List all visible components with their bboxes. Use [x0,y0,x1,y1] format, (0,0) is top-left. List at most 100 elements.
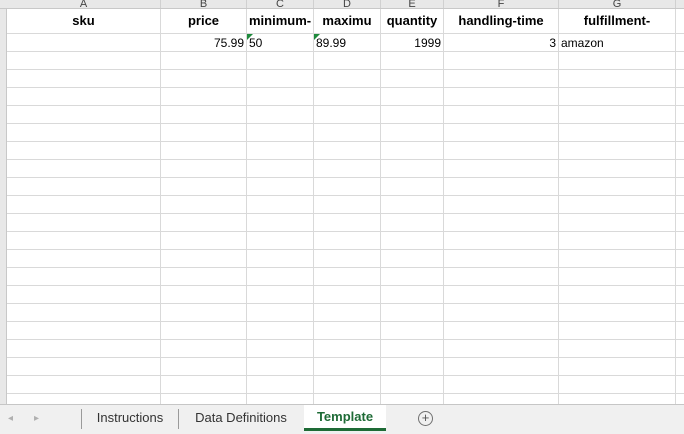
cell-minimum[interactable]: 50 [247,34,314,51]
grid-cell[interactable] [247,286,314,303]
grid-cell[interactable] [444,250,559,267]
grid-cell[interactable] [314,304,381,321]
column-header-g[interactable]: G [559,0,676,8]
grid-cell[interactable] [314,286,381,303]
grid-cell[interactable] [7,214,161,231]
header-cell-sku[interactable]: sku [7,9,161,33]
grid-cell[interactable] [314,232,381,249]
grid-cell[interactable] [381,376,444,393]
grid-cell[interactable] [559,88,676,105]
grid-cell[interactable] [444,232,559,249]
grid-cell[interactable] [559,106,676,123]
grid-cell[interactable] [381,52,444,69]
grid-cell[interactable] [7,340,161,357]
add-sheet-icon[interactable]: + [418,411,433,426]
grid-cell[interactable] [381,358,444,375]
grid-cell[interactable] [247,358,314,375]
grid-cell[interactable] [247,304,314,321]
grid-cell[interactable] [444,52,559,69]
grid-cell[interactable] [161,106,247,123]
grid-cell[interactable] [559,52,676,69]
grid-cell[interactable] [444,70,559,87]
grid-cell[interactable] [161,304,247,321]
grid-cell[interactable] [381,268,444,285]
cell-price[interactable]: 75.99 [161,34,247,51]
grid-cell[interactable] [381,232,444,249]
grid-cell[interactable] [7,88,161,105]
grid-cell[interactable] [247,340,314,357]
column-header-a[interactable]: A [7,0,161,8]
grid-cell[interactable] [444,286,559,303]
header-cell-handling-time[interactable]: handling-time [444,9,559,33]
grid-cell[interactable] [161,196,247,213]
header-cell-minimum[interactable]: minimum- [247,9,314,33]
grid-cell[interactable] [7,106,161,123]
header-cell-quantity[interactable]: quantity [381,9,444,33]
grid-cell[interactable] [381,394,444,404]
grid-cell[interactable] [444,322,559,339]
grid-cell[interactable] [314,106,381,123]
grid-cell[interactable] [161,214,247,231]
grid-cell[interactable] [559,304,676,321]
grid-cell[interactable] [161,160,247,177]
grid-cell[interactable] [381,340,444,357]
grid-cell[interactable] [247,250,314,267]
grid-cell[interactable] [444,142,559,159]
grid-cell[interactable] [444,268,559,285]
grid-cell[interactable] [559,358,676,375]
grid-cell[interactable] [381,304,444,321]
grid-cell[interactable] [161,268,247,285]
column-header-f[interactable]: F [444,0,559,8]
row-header-gutter[interactable] [0,9,7,404]
grid-cell[interactable] [314,376,381,393]
grid-cell[interactable] [247,70,314,87]
grid-cell[interactable] [247,52,314,69]
grid-cell[interactable] [7,286,161,303]
grid-cell[interactable] [444,106,559,123]
grid-cell[interactable] [247,106,314,123]
grid-cell[interactable] [381,106,444,123]
grid-cell[interactable] [381,250,444,267]
grid-cell[interactable] [314,394,381,404]
grid-cell[interactable] [314,214,381,231]
grid-cell[interactable] [161,52,247,69]
grid-cell[interactable] [161,88,247,105]
grid-cell[interactable] [559,322,676,339]
grid-cell[interactable] [7,322,161,339]
grid-cell[interactable] [444,376,559,393]
grid-cell[interactable] [161,232,247,249]
grid-cell[interactable] [314,52,381,69]
grid-cell[interactable] [444,124,559,141]
grid-cell[interactable] [7,232,161,249]
grid-cell[interactable] [559,178,676,195]
grid-cell[interactable] [247,142,314,159]
grid-cell[interactable] [161,286,247,303]
grid-cell[interactable] [559,232,676,249]
grid-cell[interactable] [247,322,314,339]
grid-cell[interactable] [247,214,314,231]
grid-cell[interactable] [381,322,444,339]
grid-cell[interactable] [559,376,676,393]
cell-fulfillment[interactable]: amazon [559,34,676,51]
grid-cell[interactable] [161,124,247,141]
tab-scroll-right-icon[interactable]: ▸ [34,413,39,424]
grid-cell[interactable] [247,124,314,141]
grid-cell[interactable] [314,124,381,141]
grid-cell[interactable] [247,178,314,195]
grid-cell[interactable] [314,250,381,267]
header-cell-fulfillment[interactable]: fulfillment- [559,9,676,33]
grid-cell[interactable] [314,178,381,195]
grid-cell[interactable] [381,214,444,231]
grid-cell[interactable] [161,250,247,267]
grid-cell[interactable] [314,268,381,285]
grid-cell[interactable] [559,70,676,87]
tab-scroll-left-icon[interactable]: ◂ [8,413,13,424]
grid-cell[interactable] [314,160,381,177]
grid-cell[interactable] [314,70,381,87]
grid-cell[interactable] [161,142,247,159]
cell-sku[interactable] [7,34,161,51]
grid-cell[interactable] [559,214,676,231]
grid-cell[interactable] [7,304,161,321]
error-indicator-icon[interactable] [314,34,320,40]
grid-cell[interactable] [247,394,314,404]
